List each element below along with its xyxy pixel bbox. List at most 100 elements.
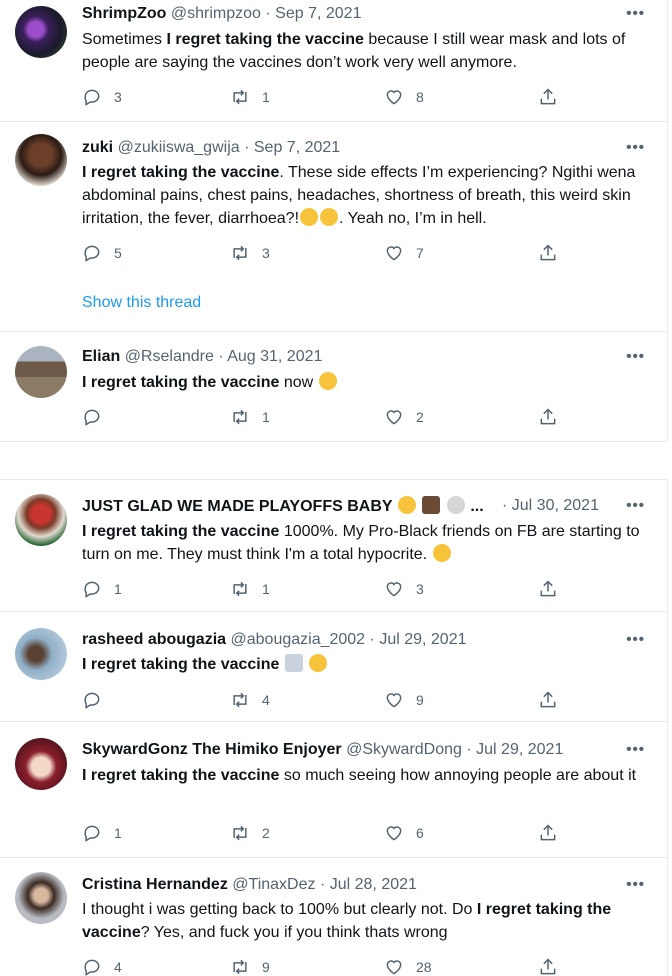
like-button[interactable]: 8 bbox=[384, 86, 424, 108]
reply-button[interactable] bbox=[82, 406, 102, 428]
share-button[interactable] bbox=[538, 578, 558, 600]
reply-count: 3 bbox=[114, 89, 122, 105]
tweet-text-pre: I thought i was getting back to 100% but… bbox=[82, 901, 477, 918]
tweet-date[interactable]: Sep 7, 2021 bbox=[275, 5, 361, 22]
tweet-date[interactable]: Jul 28, 2021 bbox=[330, 876, 417, 893]
retweet-button[interactable]: 4 bbox=[230, 689, 270, 711]
tweet-date[interactable]: Jul 29, 2021 bbox=[379, 631, 466, 648]
reply-button[interactable]: 4 bbox=[82, 956, 122, 976]
avatar[interactable] bbox=[15, 628, 67, 680]
share-button[interactable] bbox=[538, 822, 558, 844]
sad-face-icon bbox=[432, 544, 451, 562]
tweet-text-post: ? Yes, and fuck you if you think thats w… bbox=[140, 924, 448, 941]
like-button[interactable]: 7 bbox=[384, 242, 424, 264]
user-name[interactable]: zuki bbox=[82, 139, 113, 156]
more-options-icon[interactable]: ••• bbox=[626, 497, 645, 514]
more-options-icon[interactable]: ••• bbox=[626, 139, 645, 156]
user-handle[interactable]: @Rselandre bbox=[125, 348, 214, 365]
tweet-date[interactable]: Sep 7, 2021 bbox=[254, 139, 340, 156]
user-name[interactable]: JUST GLAD WE MADE PLAYOFFS BABY bbox=[82, 498, 393, 515]
weary-face-icon bbox=[318, 372, 337, 390]
avatar[interactable] bbox=[15, 346, 67, 398]
tweet-date[interactable]: Jul 30, 2021 bbox=[512, 497, 599, 514]
more-options-icon[interactable]: ••• bbox=[626, 348, 645, 365]
separator: · bbox=[319, 876, 326, 893]
share-icon bbox=[540, 691, 556, 708]
like-button[interactable]: 3 bbox=[384, 578, 424, 600]
more-options-icon[interactable]: ••• bbox=[626, 741, 645, 758]
retweet-button[interactable]: 1 bbox=[230, 406, 270, 428]
like-button[interactable]: 2 bbox=[384, 406, 424, 428]
tweet[interactable]: SkywardGonz The Himiko Enjoyer @SkywardD… bbox=[0, 722, 668, 858]
reply-icon bbox=[84, 245, 100, 262]
retweet-count: 1 bbox=[262, 89, 270, 105]
tweet-date[interactable]: Jul 29, 2021 bbox=[476, 741, 563, 758]
tweet-header: ShrimpZoo @shrimpzoo · Sep 7, 2021 bbox=[82, 4, 361, 24]
reply-button[interactable]: 3 bbox=[82, 86, 122, 108]
retweet-button[interactable]: 1 bbox=[230, 578, 270, 600]
share-button[interactable] bbox=[538, 242, 558, 264]
user-handle[interactable]: @abougazia_2002 bbox=[231, 631, 366, 648]
reply-button[interactable] bbox=[82, 689, 102, 711]
share-button[interactable] bbox=[538, 689, 558, 711]
share-button[interactable] bbox=[538, 86, 558, 108]
tweet-date[interactable]: Aug 31, 2021 bbox=[227, 348, 322, 365]
retweet-icon bbox=[233, 692, 247, 708]
reply-button[interactable]: 1 bbox=[82, 822, 122, 844]
tweet[interactable]: ShrimpZoo @shrimpzoo · Sep 7, 2021 ••• S… bbox=[0, 0, 668, 122]
reply-icon bbox=[84, 581, 100, 598]
show-thread-link[interactable]: Show this thread bbox=[82, 294, 201, 312]
tweet-header: JUST GLAD WE MADE PLAYOFFS BABY ... bbox=[82, 496, 484, 517]
avatar[interactable] bbox=[15, 872, 67, 924]
avatar[interactable] bbox=[15, 494, 67, 546]
user-name[interactable]: SkywardGonz The Himiko Enjoyer bbox=[82, 741, 342, 758]
reply-button[interactable]: 1 bbox=[82, 578, 122, 600]
feed-gap bbox=[0, 442, 668, 480]
retweet-button[interactable]: 1 bbox=[230, 86, 270, 108]
more-options-icon[interactable]: ••• bbox=[626, 5, 645, 22]
retweet-count: 1 bbox=[262, 409, 270, 425]
tweet-actions: 5 3 7 bbox=[82, 242, 562, 264]
reply-icon bbox=[84, 89, 100, 106]
more-options-icon[interactable]: ••• bbox=[626, 876, 645, 893]
tweet-text: I regret taking the vaccine so much seei… bbox=[82, 764, 654, 787]
tweet[interactable]: rasheed abougazia @abougazia_2002 · Jul … bbox=[0, 612, 668, 722]
user-handle[interactable]: @TinaxDez bbox=[232, 876, 315, 893]
tweet-actions: 4 9 bbox=[82, 689, 562, 711]
like-count: 7 bbox=[416, 245, 424, 261]
share-icon bbox=[540, 824, 556, 841]
more-options-icon[interactable]: ••• bbox=[626, 631, 645, 648]
reply-button[interactable]: 5 bbox=[82, 242, 122, 264]
avatar[interactable] bbox=[15, 738, 67, 790]
tweet[interactable]: Cristina Hernandez @TinaxDez · Jul 28, 2… bbox=[0, 858, 668, 976]
user-name[interactable]: ShrimpZoo bbox=[82, 5, 166, 22]
avatar[interactable] bbox=[15, 134, 67, 186]
retweet-button[interactable]: 9 bbox=[230, 956, 270, 976]
share-button[interactable] bbox=[538, 406, 558, 428]
tweet[interactable]: Elian @Rselandre · Aug 31, 2021 ••• I re… bbox=[0, 332, 668, 442]
share-button[interactable] bbox=[538, 956, 558, 976]
like-button[interactable]: 9 bbox=[384, 689, 424, 711]
like-count: 2 bbox=[416, 409, 424, 425]
retweet-icon bbox=[233, 89, 247, 105]
user-handle[interactable]: @SkywardDong bbox=[346, 741, 462, 758]
user-name[interactable]: Elian bbox=[82, 348, 120, 365]
tweet-text: I regret taking the vaccine bbox=[82, 653, 654, 676]
retweet-button[interactable]: 3 bbox=[230, 242, 270, 264]
avatar[interactable] bbox=[15, 6, 67, 58]
user-handle[interactable]: @shrimpzoo bbox=[171, 5, 261, 22]
tweet-header: SkywardGonz The Himiko Enjoyer @SkywardD… bbox=[82, 740, 563, 760]
tweet-header: Cristina Hernandez @TinaxDez · Jul 28, 2… bbox=[82, 875, 417, 895]
like-button[interactable]: 6 bbox=[384, 822, 424, 844]
heart-icon bbox=[386, 826, 402, 841]
user-name[interactable]: rasheed abougazia bbox=[82, 631, 226, 648]
tweet-text-pre: Sometimes bbox=[82, 31, 167, 48]
retweet-button[interactable]: 2 bbox=[230, 822, 270, 844]
user-handle[interactable]: @zukiiswa_gwija bbox=[118, 139, 240, 156]
tweet[interactable]: zuki @zukiiswa_gwija · Sep 7, 2021 ••• I… bbox=[0, 122, 668, 332]
praying-hands-icon bbox=[422, 496, 441, 514]
like-button[interactable]: 28 bbox=[384, 956, 432, 976]
like-count: 3 bbox=[416, 581, 424, 597]
user-name[interactable]: Cristina Hernandez bbox=[82, 876, 228, 893]
tweet[interactable]: JUST GLAD WE MADE PLAYOFFS BABY ... · Ju… bbox=[0, 480, 668, 612]
